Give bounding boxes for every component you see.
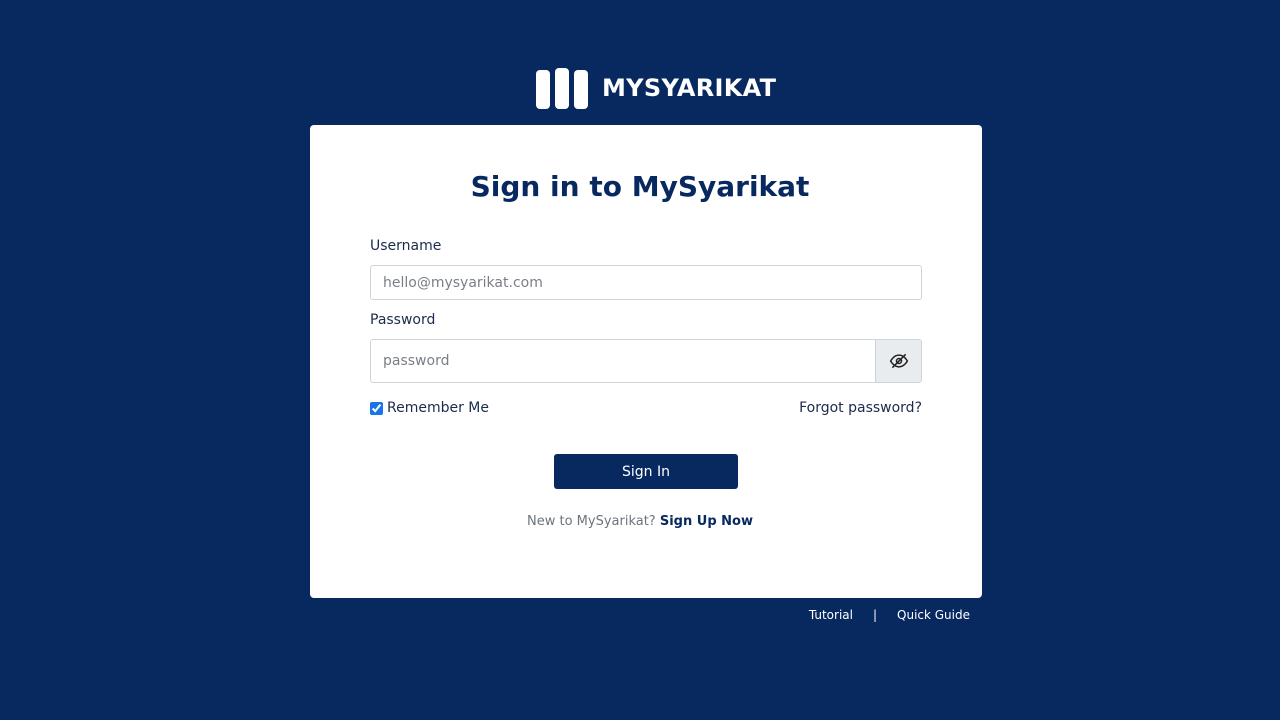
remember-me-label: Remember Me [387, 400, 489, 416]
tutorial-link[interactable]: Tutorial [809, 608, 853, 622]
toggle-password-button[interactable] [875, 340, 921, 382]
username-label: Username [370, 238, 442, 254]
password-label: Password [370, 312, 436, 328]
logo-bars-icon [536, 68, 588, 109]
logo-text: MYSYARIKAT [602, 74, 777, 102]
password-group [370, 339, 922, 383]
forgot-password-link[interactable]: Forgot password? [799, 400, 922, 416]
signup-prompt-text: New to MySyarikat? [527, 514, 656, 529]
signup-prompt: New to MySyarikat? Sign Up Now [0, 514, 1280, 529]
username-input[interactable] [370, 265, 922, 300]
sign-up-link[interactable]: Sign Up Now [660, 514, 753, 529]
password-input[interactable] [371, 340, 875, 382]
footer-separator: | [872, 608, 878, 622]
remember-me-checkbox[interactable] [370, 401, 383, 415]
brand-logo: MYSYARIKAT [536, 68, 776, 109]
eye-slash-icon [889, 353, 908, 369]
sign-in-button[interactable]: Sign In [554, 454, 738, 489]
title-brand: MySyarikat [631, 170, 810, 203]
page-title: Sign in to MySyarikat [0, 170, 1280, 203]
quick-guide-link[interactable]: Quick Guide [897, 608, 970, 622]
footer-links: Tutorial | Quick Guide [809, 608, 970, 622]
remember-me[interactable]: Remember Me [370, 400, 489, 416]
title-prefix: Sign in to [470, 170, 622, 203]
